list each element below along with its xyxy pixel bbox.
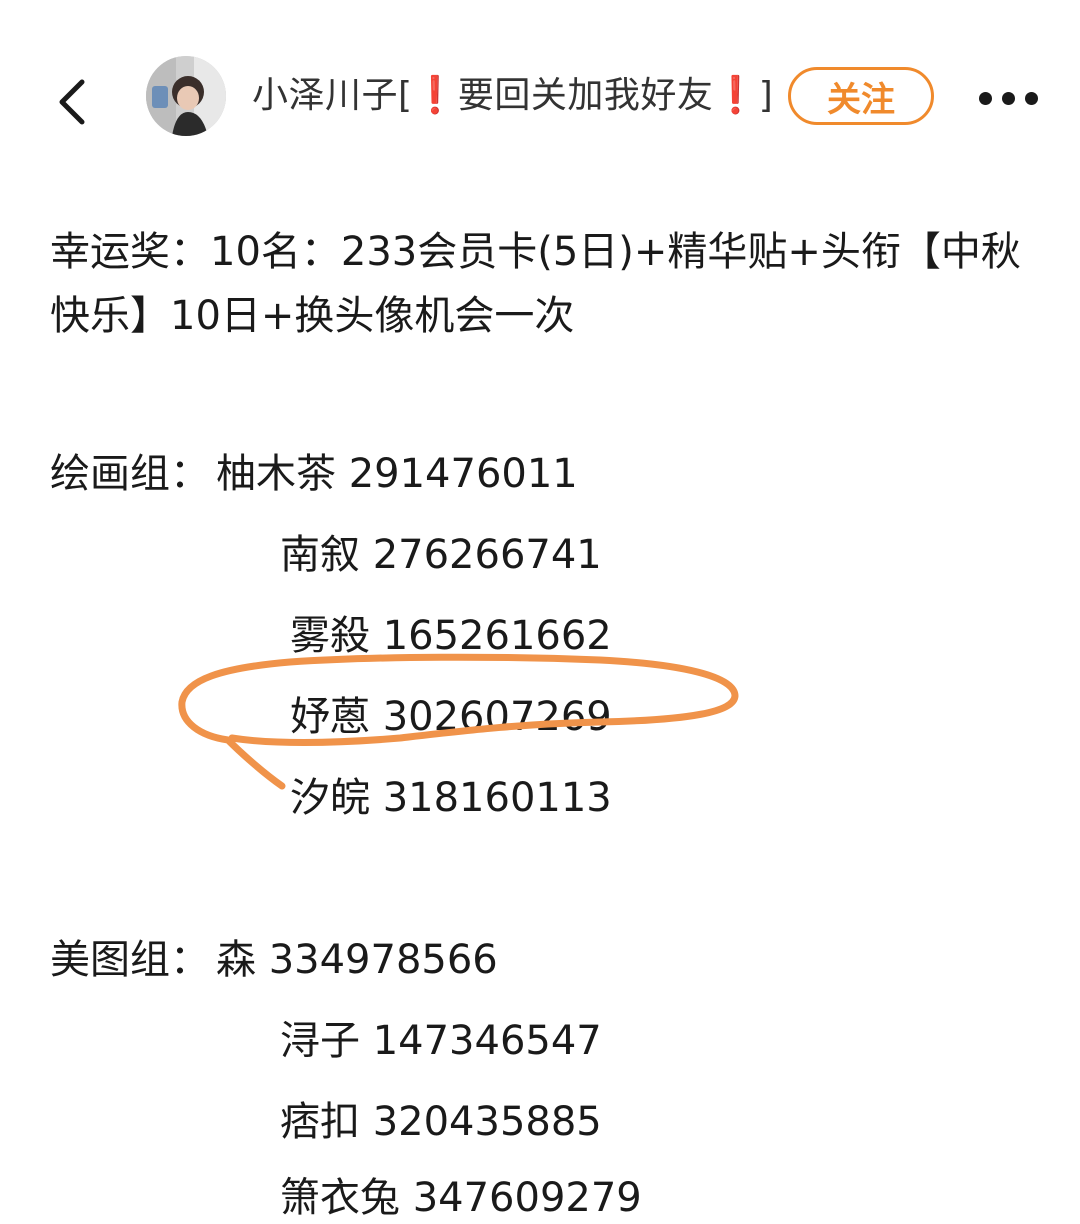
list-item: 痞扣 320435885 — [280, 1099, 602, 1145]
drawing-group-label: 绘画组： — [50, 451, 210, 497]
list-item: 森 334978566 — [216, 937, 498, 983]
list-item: 箫衣兔 347609279 — [280, 1175, 642, 1221]
list-item: 南叙 276266741 — [280, 532, 602, 578]
list-item: 妤蒽 302607269 — [290, 694, 612, 740]
list-item: 柚木茶 291476011 — [216, 451, 578, 497]
design-group-label: 美图组： — [50, 937, 210, 983]
post-content: 幸运奖：10名：233会员卡(5日)+精华贴+头衔【中秋快乐】10日+换头像机会… — [0, 0, 1080, 1221]
list-item: 雾殺 165261662 — [290, 613, 612, 659]
prize-description: 幸运奖：10名：233会员卡(5日)+精华贴+头衔【中秋快乐】10日+换头像机会… — [50, 229, 1021, 339]
list-item: 汐皖 318160113 — [290, 775, 612, 821]
list-item: 浔子 147346547 — [280, 1018, 602, 1064]
